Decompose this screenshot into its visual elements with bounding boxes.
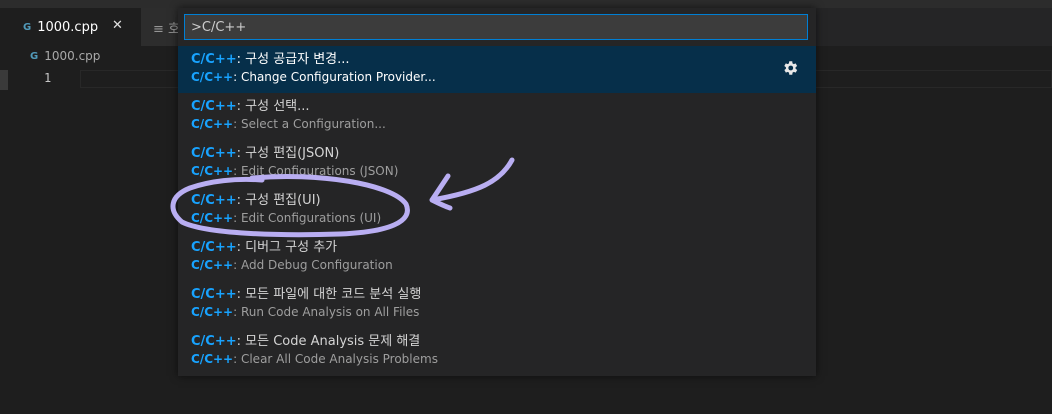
- command-title: C/C++: 모든 Code Analysis 문제 해결: [191, 330, 420, 349]
- command-label: : 모든 파일에 대한 코드 분석 실행: [236, 287, 422, 302]
- command-item-edit-configurations-json[interactable]: C/C++: 구성 편집(JSON) C/C++: Edit Configura…: [178, 140, 816, 187]
- command-sublabel: : Run Code Analysis on All Files: [233, 305, 420, 319]
- command-prefix: C/C++: [191, 334, 237, 349]
- command-palette: C/C++: 구성 공급자 변경... C/C++: Change Config…: [178, 8, 816, 376]
- command-title: C/C++: 구성 공급자 변경...: [191, 48, 350, 67]
- command-subtitle: C/C++: Add Debug Configuration: [191, 258, 393, 272]
- command-item-edit-configurations-ui[interactable]: C/C++: 구성 편집(UI) C/C++: Edit Configurati…: [178, 187, 816, 234]
- command-prefix: C/C++: [191, 99, 237, 114]
- title-strip: [0, 0, 1052, 8]
- command-label: : 모든 Code Analysis 문제 해결: [236, 334, 421, 349]
- command-subtitle: C/C++: Edit Configurations (JSON): [191, 164, 398, 178]
- command-title: C/C++: 구성 편집(UI): [191, 189, 321, 208]
- command-title: C/C++: 구성 편집(JSON): [191, 142, 339, 161]
- command-palette-input[interactable]: [184, 14, 808, 40]
- command-sublabel: : Edit Configurations (JSON): [233, 164, 399, 178]
- command-prefix: C/C++: [191, 352, 234, 366]
- command-title: C/C++: 디버그 구성 추가: [191, 236, 337, 255]
- command-label: : 구성 편집(JSON): [236, 146, 340, 161]
- command-prefix: C/C++: [191, 52, 237, 67]
- command-prefix: C/C++: [191, 146, 237, 161]
- gear-icon[interactable]: [781, 59, 799, 77]
- command-sublabel: : Edit Configurations (UI): [233, 211, 382, 225]
- command-prefix: C/C++: [191, 258, 234, 272]
- command-subtitle: C/C++: Edit Configurations (UI): [191, 211, 381, 225]
- line-number: 1: [44, 71, 52, 85]
- gutter-indicator: [0, 70, 8, 90]
- command-sublabel: : Clear All Code Analysis Problems: [233, 352, 438, 366]
- command-label: : 구성 편집(UI): [236, 193, 321, 208]
- command-label: : 구성 공급자 변경...: [236, 52, 350, 67]
- command-prefix: C/C++: [191, 287, 237, 302]
- command-subtitle: C/C++: Run Code Analysis on All Files: [191, 305, 419, 319]
- command-prefix: C/C++: [191, 70, 234, 84]
- command-list: C/C++: 구성 공급자 변경... C/C++: Change Config…: [178, 46, 816, 375]
- command-prefix: C/C++: [191, 117, 234, 131]
- cpp-file-icon: G: [23, 21, 32, 33]
- command-item-clear-code-analysis[interactable]: C/C++: 모든 Code Analysis 문제 해결 C/C++: Cle…: [178, 328, 816, 375]
- breadcrumb[interactable]: G 1000.cpp: [30, 49, 100, 63]
- command-item-add-debug-configuration[interactable]: C/C++: 디버그 구성 추가 C/C++: Add Debug Config…: [178, 234, 816, 281]
- command-item-run-code-analysis[interactable]: C/C++: 모든 파일에 대한 코드 분석 실행 C/C++: Run Cod…: [178, 281, 816, 328]
- command-item-change-configuration-provider[interactable]: C/C++: 구성 공급자 변경... C/C++: Change Config…: [178, 46, 816, 93]
- command-subtitle: C/C++: Clear All Code Analysis Problems: [191, 352, 438, 366]
- command-item-select-configuration[interactable]: C/C++: 구성 선택... C/C++: Select a Configur…: [178, 93, 816, 140]
- command-title: C/C++: 모든 파일에 대한 코드 분석 실행: [191, 283, 421, 302]
- command-prefix: C/C++: [191, 193, 237, 208]
- command-label: : 디버그 구성 추가: [236, 240, 338, 255]
- command-sublabel: : Add Debug Configuration: [233, 258, 393, 272]
- command-subtitle: C/C++: Change Configuration Provider...: [191, 70, 436, 84]
- command-sublabel: : Change Configuration Provider...: [233, 70, 436, 84]
- command-sublabel: : Select a Configuration...: [233, 117, 386, 131]
- command-title: C/C++: 구성 선택...: [191, 95, 310, 114]
- command-prefix: C/C++: [191, 305, 234, 319]
- command-label: : 구성 선택...: [236, 99, 310, 114]
- command-prefix: C/C++: [191, 164, 234, 178]
- close-icon[interactable]: ✕: [112, 18, 123, 33]
- command-subtitle: C/C++: Select a Configuration...: [191, 117, 386, 131]
- breadcrumb-file[interactable]: 1000.cpp: [44, 49, 100, 63]
- tab-label: ≡ 호: [153, 21, 180, 37]
- cpp-file-icon: G: [30, 50, 39, 62]
- command-prefix: C/C++: [191, 240, 237, 255]
- tab-label: 1000.cpp: [37, 19, 99, 35]
- command-prefix: C/C++: [191, 211, 234, 225]
- tab-1000-cpp[interactable]: G 1000.cpp ✕: [0, 8, 141, 46]
